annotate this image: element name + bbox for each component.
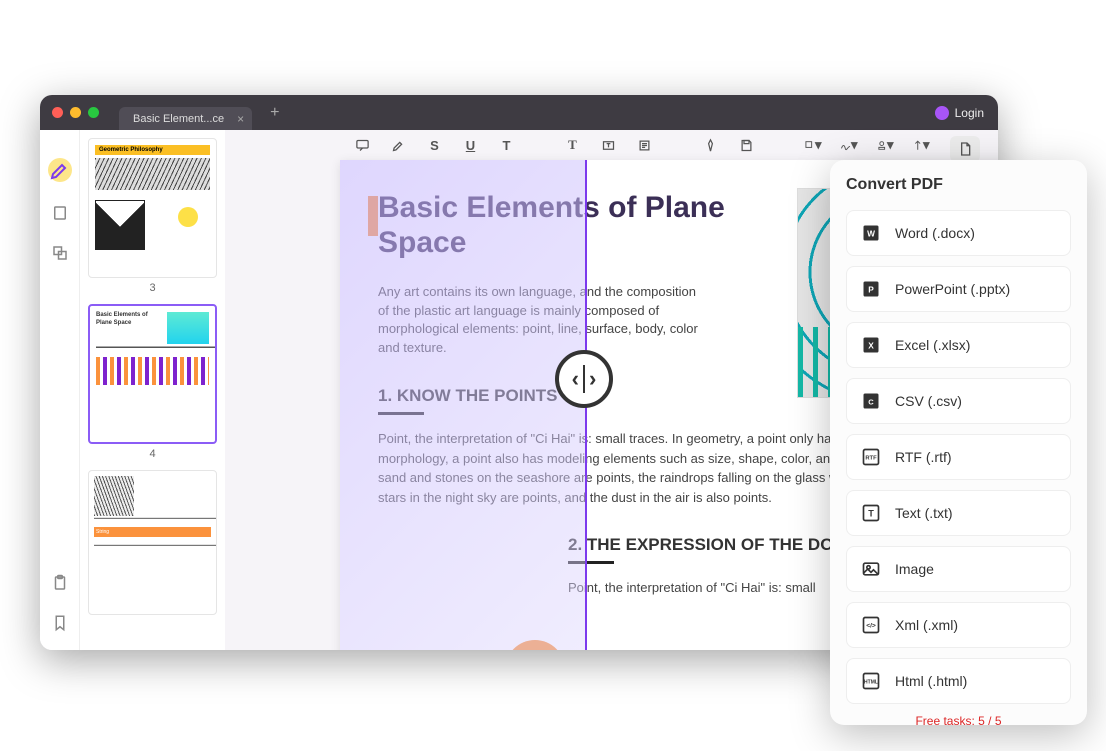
thumb4-number: 4 bbox=[88, 448, 217, 460]
left-rail bbox=[40, 130, 80, 650]
tab-label: Basic Element...ce bbox=[133, 113, 224, 125]
thumb4-image bbox=[167, 312, 209, 344]
convert-option-powerpoint[interactable]: P PowerPoint (.pptx) bbox=[846, 266, 1071, 312]
maximize-window-button[interactable] bbox=[88, 107, 99, 118]
thumbnail-page-5[interactable]: ▬▬▬▬▬▬▬▬▬▬▬▬▬▬▬▬▬▬▬▬▬▬▬▬▬▬▬▬▬▬▬▬▬▬▬▬▬▬▬▬… bbox=[88, 470, 217, 615]
thumbnail-page-3[interactable]: Geometric Philosophy bbox=[88, 138, 217, 278]
convert-option-excel[interactable]: X Excel (.xlsx) bbox=[846, 322, 1071, 368]
page-title: Basic Elements of Plane Space bbox=[378, 190, 728, 261]
convert-document-button[interactable] bbox=[950, 136, 980, 162]
thumbnail-page-4[interactable]: Basic Elements of Plane Space ▬▬▬▬▬▬▬▬▬▬… bbox=[88, 304, 217, 444]
layers-tool-icon[interactable] bbox=[51, 244, 69, 262]
svg-text:P: P bbox=[868, 284, 874, 294]
shape-dropdown-icon[interactable]: ▾ bbox=[804, 136, 822, 154]
convert-label: Html (.html) bbox=[895, 673, 967, 689]
clipboard-icon[interactable] bbox=[51, 574, 69, 592]
free-tasks-counter: Free tasks: 5 / 5 bbox=[846, 714, 1071, 728]
convert-option-html[interactable]: HTML Html (.html) bbox=[846, 658, 1071, 704]
titlebar: Basic Element...ce × + Login bbox=[40, 95, 998, 130]
xml-file-icon: </> bbox=[861, 615, 881, 635]
convert-label: RTF (.rtf) bbox=[895, 449, 952, 465]
svg-text:X: X bbox=[868, 340, 874, 350]
convert-label: Xml (.xml) bbox=[895, 617, 958, 633]
convert-option-image[interactable]: Image bbox=[846, 546, 1071, 592]
close-window-button[interactable] bbox=[52, 107, 63, 118]
convert-option-xml[interactable]: </> Xml (.xml) bbox=[846, 602, 1071, 648]
thumb4-bars bbox=[96, 357, 209, 385]
chevron-right-icon: › bbox=[589, 366, 596, 392]
thumb3-geometric bbox=[95, 200, 145, 250]
thumb3-image bbox=[95, 158, 210, 190]
textbox-icon[interactable] bbox=[600, 136, 618, 154]
convert-pdf-panel: Convert PDF W Word (.docx) P PowerPoint … bbox=[830, 160, 1087, 725]
decorative-circle bbox=[505, 640, 565, 650]
svg-text:</>: </> bbox=[866, 623, 876, 630]
thumb5-image bbox=[94, 476, 134, 516]
login-label: Login bbox=[955, 106, 984, 120]
avatar-icon bbox=[935, 106, 949, 120]
svg-text:HTML: HTML bbox=[864, 680, 878, 686]
thumb5-text2: ▬▬▬▬▬▬▬▬▬▬▬▬▬▬▬▬▬▬▬▬▬▬▬▬▬▬▬▬▬▬▬▬▬▬▬▬▬▬▬▬… bbox=[94, 543, 211, 548]
close-tab-icon[interactable]: × bbox=[237, 112, 244, 126]
heading-underline-2 bbox=[568, 561, 614, 564]
word-file-icon: W bbox=[861, 223, 881, 243]
convert-panel-title: Convert PDF bbox=[846, 176, 1071, 194]
thumbnails-panel: Geometric Philosophy 3 Basic Elements of… bbox=[80, 130, 225, 650]
highlighter-icon[interactable] bbox=[390, 136, 408, 154]
chevron-left-icon: ‹ bbox=[572, 366, 579, 392]
convert-label: Text (.txt) bbox=[895, 505, 953, 521]
svg-text:W: W bbox=[867, 228, 875, 238]
rtf-file-icon: RTF bbox=[861, 447, 881, 467]
convert-option-word[interactable]: W Word (.docx) bbox=[846, 210, 1071, 256]
text-format-icon[interactable]: T bbox=[564, 136, 582, 154]
thumb3-header: Geometric Philosophy bbox=[95, 145, 210, 155]
heading-underline bbox=[378, 412, 424, 415]
divider-icon bbox=[583, 365, 585, 393]
comment-icon[interactable] bbox=[354, 136, 372, 154]
convert-label: Image bbox=[895, 561, 934, 577]
convert-label: Word (.docx) bbox=[895, 225, 975, 241]
svg-text:RTF: RTF bbox=[865, 456, 877, 462]
annotation-toolbar: S U T T ▾ ▾ ▾ ▾ bbox=[225, 130, 998, 160]
login-button[interactable]: Login bbox=[935, 106, 984, 120]
intro-paragraph: Any art contains its own language, and t… bbox=[378, 283, 710, 358]
convert-option-rtf[interactable]: RTF RTF (.rtf) bbox=[846, 434, 1071, 480]
bookmark-icon[interactable] bbox=[51, 614, 69, 632]
thumb3-number: 3 bbox=[88, 282, 217, 294]
traffic-lights bbox=[52, 107, 99, 118]
note-icon[interactable] bbox=[636, 136, 654, 154]
highlighter-tool-icon[interactable] bbox=[48, 158, 72, 182]
svg-text:C: C bbox=[868, 397, 874, 406]
text-file-icon: T bbox=[861, 503, 881, 523]
underline-icon[interactable]: U bbox=[462, 136, 480, 154]
svg-text:T: T bbox=[868, 508, 874, 518]
convert-option-text[interactable]: T Text (.txt) bbox=[846, 490, 1071, 536]
accent-bar bbox=[368, 196, 378, 236]
thumb3-shape bbox=[178, 207, 198, 227]
text-icon[interactable]: T bbox=[498, 136, 516, 154]
convert-label: PowerPoint (.pptx) bbox=[895, 281, 1010, 297]
minimize-window-button[interactable] bbox=[70, 107, 81, 118]
csv-file-icon: C bbox=[861, 391, 881, 411]
page-tool-icon[interactable] bbox=[51, 204, 69, 222]
excel-file-icon: X bbox=[861, 335, 881, 355]
html-file-icon: HTML bbox=[861, 671, 881, 691]
powerpoint-file-icon: P bbox=[861, 279, 881, 299]
convert-label: Excel (.xlsx) bbox=[895, 337, 970, 353]
stamp-icon[interactable]: ▾ bbox=[876, 136, 894, 154]
pen-icon[interactable] bbox=[702, 136, 720, 154]
save-icon[interactable] bbox=[738, 136, 756, 154]
thumb5-band: String bbox=[94, 527, 211, 537]
image-file-icon bbox=[861, 559, 881, 579]
convert-label: CSV (.csv) bbox=[895, 393, 962, 409]
signature-icon[interactable]: ▾ bbox=[840, 136, 858, 154]
link-icon[interactable]: ▾ bbox=[912, 136, 930, 154]
compare-slider-handle[interactable]: ‹ › bbox=[555, 350, 613, 408]
add-tab-button[interactable]: + bbox=[270, 104, 279, 122]
document-tab[interactable]: Basic Element...ce × bbox=[119, 107, 252, 131]
strikethrough-icon[interactable]: S bbox=[426, 136, 444, 154]
convert-option-csv[interactable]: C CSV (.csv) bbox=[846, 378, 1071, 424]
